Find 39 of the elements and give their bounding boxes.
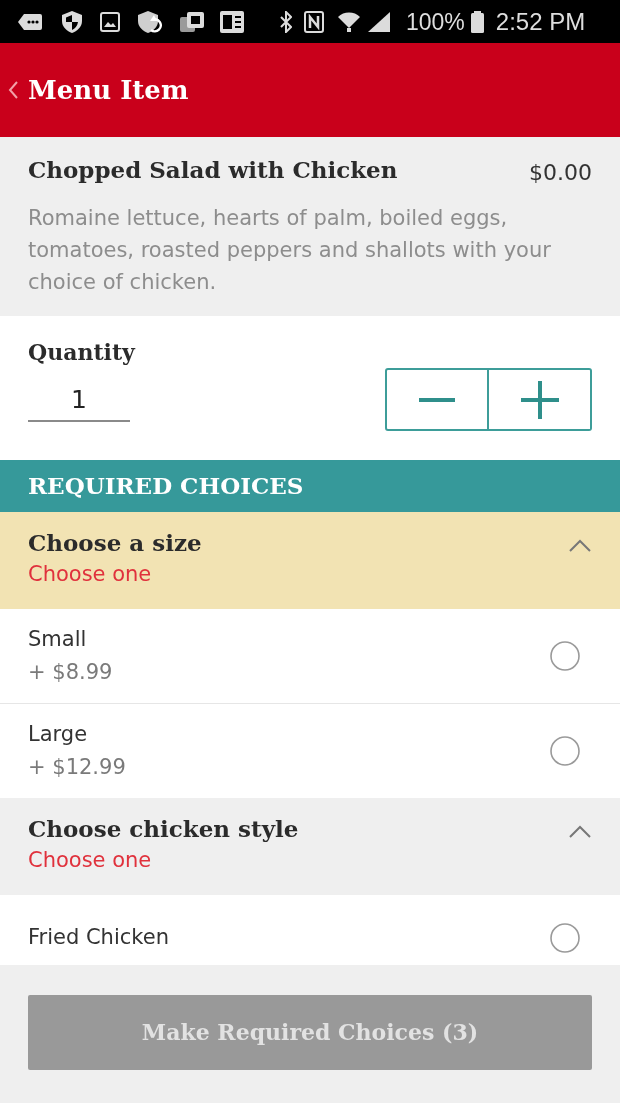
radio-icon[interactable] (550, 736, 580, 766)
group-hint: Choose one (28, 847, 153, 874)
plus-icon (520, 380, 559, 419)
nfc-icon (304, 10, 324, 33)
increase-button[interactable] (489, 368, 592, 431)
choice-group-header[interactable]: Choose a size Choose one (0, 512, 620, 609)
option-name: Large (28, 721, 89, 748)
image-icon (100, 11, 120, 32)
option-price: + $12.99 (28, 754, 126, 781)
cards-icon (180, 11, 204, 32)
option-name: Fried Chicken (28, 924, 169, 951)
screen-title: Menu Item (28, 74, 189, 106)
group-title: Choose a size (28, 528, 202, 558)
battery-icon (470, 10, 484, 33)
bluetooth-icon (280, 10, 292, 33)
clock-time: 2:52 PM (495, 7, 586, 36)
radio-icon[interactable] (550, 641, 580, 671)
shield-arrow-icon (138, 10, 162, 33)
decrease-button[interactable] (385, 368, 489, 431)
tag-icon (18, 13, 42, 30)
battery-percentage: 100% (406, 7, 465, 36)
wifi-icon (338, 11, 360, 32)
quantity-label: Quantity (28, 338, 135, 366)
group-hint: Choose one (28, 561, 153, 588)
minus-icon (419, 397, 455, 402)
radio-icon[interactable] (550, 922, 580, 953)
item-description: Romaine lettuce, hearts of palm, boiled eggs, tomatoes, roasted peppers and shallots with your choice of chicken. (28, 205, 552, 296)
choice-group-header[interactable]: Choose chicken style Choose one (0, 798, 620, 895)
option-name: Small (28, 626, 88, 653)
option-price: + $8.99 (28, 659, 113, 686)
shield-icon (62, 10, 82, 33)
item-name: Chopped Salad with Chicken (28, 155, 398, 185)
signal-icon (368, 11, 390, 32)
section-header: REQUIRED CHOICES (0, 460, 620, 512)
back-icon[interactable] (8, 81, 18, 99)
quantity-field[interactable]: 1 (28, 380, 130, 422)
group-title: Choose chicken style (28, 814, 299, 844)
item-price: $0.00 (529, 159, 592, 187)
notebook-icon (220, 10, 244, 33)
